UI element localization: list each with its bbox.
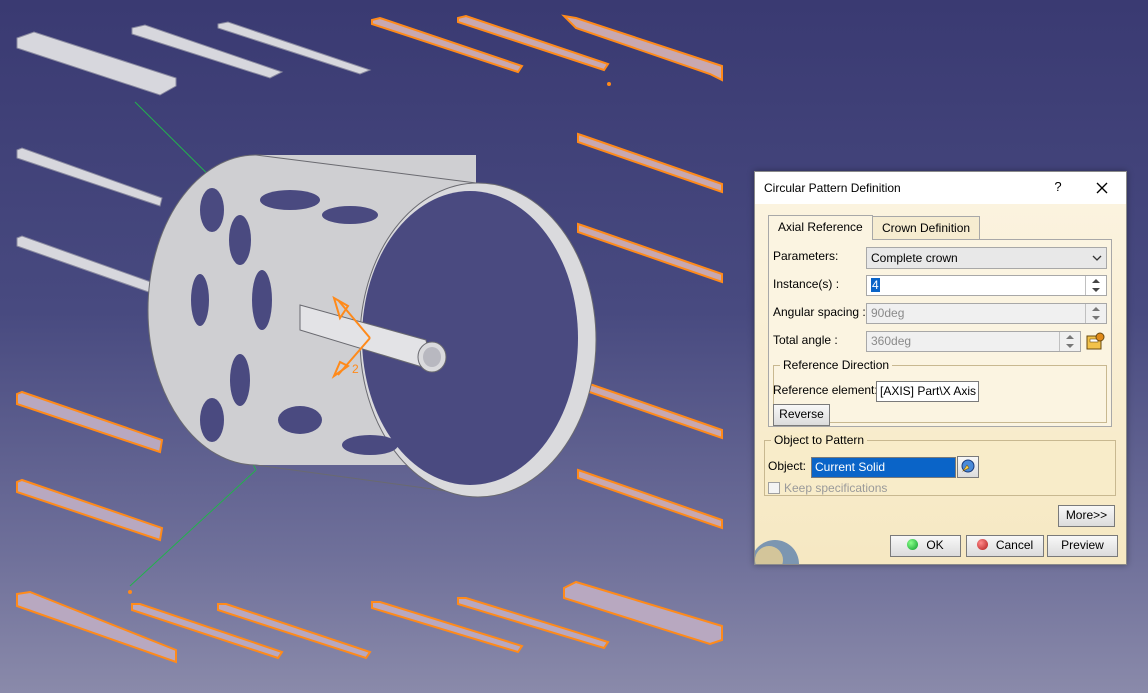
perforated-cylinder[interactable]	[147, 154, 597, 498]
parameters-value: Complete crown	[871, 251, 958, 265]
preview-button[interactable]: Preview	[1047, 535, 1118, 557]
dialog-body: Axial Reference Crown Definition Paramet…	[755, 204, 1126, 564]
tab-crown-definition[interactable]: Crown Definition	[872, 216, 981, 239]
axis-marker-label: 2	[352, 362, 359, 376]
object-value: Current Solid	[815, 460, 886, 474]
spinner-arrows-icon	[1085, 304, 1100, 323]
close-button[interactable]	[1091, 177, 1113, 199]
cancel-button[interactable]: Cancel	[966, 535, 1044, 557]
more-button[interactable]: More>>	[1058, 505, 1115, 527]
instances-label: Instance(s) :	[773, 277, 840, 291]
reference-direction-group: Reference Direction Reference element: […	[773, 358, 1107, 426]
chevron-down-icon	[1092, 255, 1102, 261]
reference-element-value: [AXIS] Part\X Axis	[880, 384, 977, 398]
reference-element-field[interactable]: [AXIS] Part\X Axis	[876, 381, 979, 402]
object-to-pattern-legend: Object to Pattern	[771, 433, 868, 447]
spinner-arrows-icon[interactable]	[1085, 276, 1106, 295]
reference-direction-legend: Reference Direction	[780, 358, 893, 372]
total-angle-spinner: 360deg	[866, 331, 1081, 352]
object-selector-button[interactable]	[957, 456, 979, 478]
formula-icon[interactable]	[1084, 331, 1106, 353]
reverse-button[interactable]: Reverse	[773, 404, 830, 426]
ok-button[interactable]: OK	[890, 535, 961, 557]
angular-spacing-value: 90deg	[871, 306, 905, 320]
keep-specifications-checkbox[interactable]	[768, 482, 780, 494]
catia-logo-icon	[755, 540, 799, 564]
instances-value: 4	[871, 278, 880, 292]
angular-spacing-spinner: 90deg	[866, 303, 1107, 324]
help-button[interactable]: ?	[1049, 179, 1067, 197]
reference-element-label: Reference element:	[773, 383, 878, 397]
axial-reference-panel: Parameters: Complete crown Instance(s) :…	[768, 239, 1112, 427]
circular-pattern-dialog: Circular Pattern Definition ? Axial Refe…	[754, 171, 1127, 565]
dialog-title: Circular Pattern Definition	[764, 181, 901, 195]
close-icon	[1096, 182, 1108, 194]
object-label: Object:	[768, 459, 807, 473]
cancel-label: Cancel	[995, 538, 1034, 552]
cancel-led-icon	[976, 539, 988, 550]
parameters-select[interactable]: Complete crown	[866, 247, 1107, 269]
total-angle-value: 360deg	[871, 334, 912, 348]
object-field[interactable]: Current Solid	[811, 457, 956, 478]
total-angle-label: Total angle :	[773, 333, 838, 347]
ok-label: OK	[926, 538, 944, 552]
object-to-pattern-group: Object to Pattern Object: Current Solid …	[764, 433, 1116, 496]
parameters-label: Parameters:	[773, 249, 839, 263]
ok-led-icon	[907, 539, 919, 550]
angular-spacing-label: Angular spacing :	[773, 305, 866, 319]
spinner-arrows-icon	[1059, 332, 1074, 351]
instances-spinner[interactable]: 4	[866, 275, 1107, 296]
keep-specifications-label: Keep specifications	[784, 481, 888, 495]
selector-icon	[961, 459, 975, 473]
tab-axial-reference[interactable]: Axial Reference	[768, 215, 873, 240]
dialog-titlebar[interactable]: Circular Pattern Definition ?	[755, 172, 1126, 204]
help-icon: ?	[1054, 179, 1062, 194]
